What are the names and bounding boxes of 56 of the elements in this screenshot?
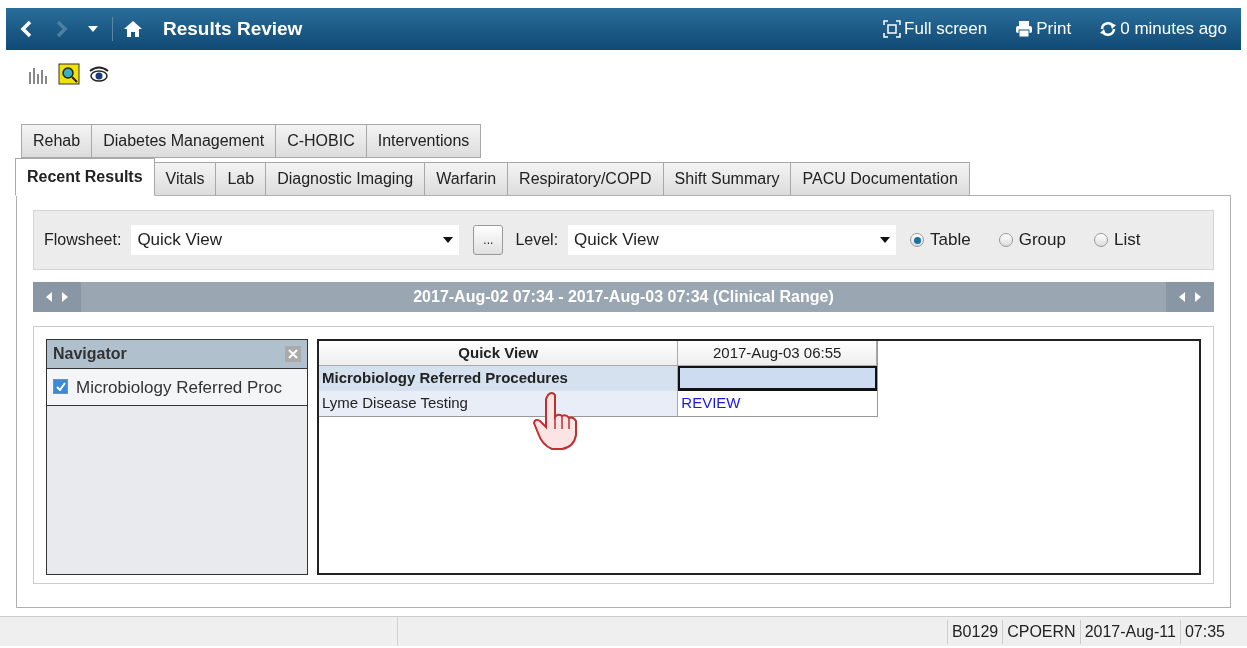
radio-button[interactable]: [998, 233, 1013, 247]
caret-icon: [443, 237, 454, 243]
tab[interactable]: Warfarin: [424, 162, 509, 196]
checkbox[interactable]: [53, 379, 68, 394]
section-row-label: Microbiology Referred Procedures: [319, 366, 679, 391]
eye-icon[interactable]: [88, 64, 110, 84]
radio-button[interactable]: [1093, 233, 1108, 247]
date-range-text: 2017-Aug-02 07:34 - 2017-Aug-03 07:34 (Clinical Range): [412, 287, 835, 307]
back-icon[interactable]: [20, 20, 34, 38]
status-text: B0129: [946, 619, 1003, 644]
row-label: Lyme Disease Testing: [319, 391, 679, 416]
window-title: Results Review: [163, 16, 303, 41]
dropdown[interactable]: Quick View: [131, 225, 460, 255]
dropdown[interactable]: Quick View: [568, 225, 897, 255]
right-arrow-icon[interactable]: [62, 292, 68, 302]
field-label: Level:: [515, 230, 559, 250]
tab[interactable]: Recent Results: [15, 158, 155, 196]
caret-icon: [880, 237, 891, 243]
check-icon: [55, 382, 66, 391]
toolbar-button[interactable]: Full screen: [883, 16, 988, 42]
refresh-icon: [1099, 20, 1118, 38]
tab[interactable]: Diagnostic Imaging: [265, 162, 426, 196]
tab[interactable]: Respiratory/COPD: [507, 162, 664, 196]
status-text: 2017-Aug-11: [1079, 619, 1180, 644]
radio-option[interactable]: Table: [910, 227, 971, 253]
printer-icon: [1015, 20, 1034, 38]
fullscreen-icon: [883, 20, 902, 38]
radio-option[interactable]: Group: [998, 227, 1066, 253]
status-text: CPOERN: [1002, 619, 1080, 644]
panel-title: Navigator: [53, 344, 127, 364]
document-search-icon[interactable]: [58, 63, 80, 85]
caret-icon[interactable]: [88, 26, 98, 32]
toolbar-button[interactable]: 0 minutes ago: [1099, 16, 1227, 42]
column-header: Quick View: [319, 341, 679, 366]
toolbar-button[interactable]: Print: [1015, 16, 1072, 42]
column-header: 2017-Aug-03 06:55: [678, 341, 877, 366]
right-arrow-icon[interactable]: [1195, 292, 1201, 302]
tab[interactable]: Lab: [215, 162, 267, 196]
tab[interactable]: Diabetes Management: [91, 124, 277, 158]
home-icon[interactable]: [123, 20, 143, 38]
tab[interactable]: Shift Summary: [662, 162, 792, 196]
radio-button[interactable]: [910, 233, 925, 247]
table-cell[interactable]: [678, 366, 877, 391]
tab[interactable]: PACU Documentation: [790, 162, 970, 196]
tab[interactable]: Vitals: [153, 162, 217, 196]
left-arrow-icon[interactable]: [1179, 292, 1185, 302]
tab[interactable]: Interventions: [365, 124, 482, 158]
tab[interactable]: Rehab: [21, 124, 93, 158]
status-text: 07:35: [1179, 619, 1229, 644]
close-icon[interactable]: [285, 346, 301, 362]
radio-option[interactable]: List: [1093, 227, 1141, 253]
more-button[interactable]: ...: [473, 225, 504, 255]
tab[interactable]: C-HOBIC: [275, 124, 367, 158]
forward-icon: [54, 20, 68, 38]
left-arrow-icon[interactable]: [46, 292, 52, 302]
field-label: Flowsheet:: [44, 230, 122, 250]
